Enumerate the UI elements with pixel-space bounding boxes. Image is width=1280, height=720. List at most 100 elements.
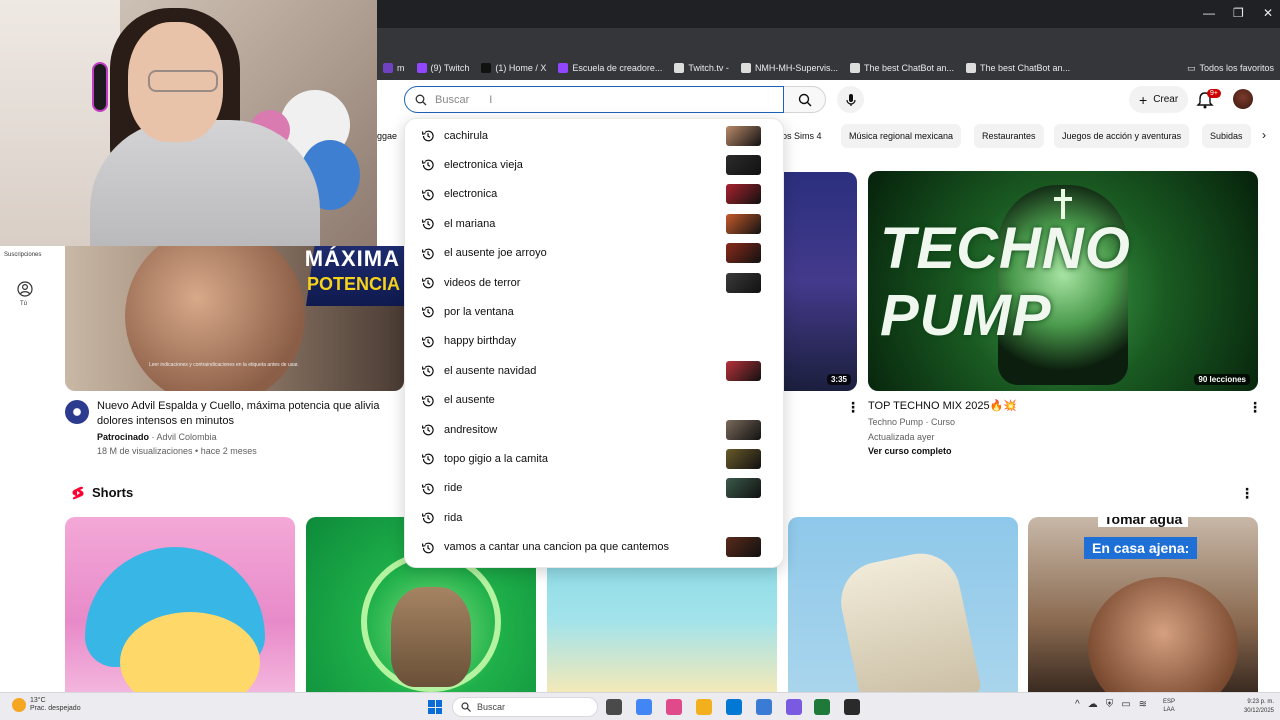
advertiser-avatar[interactable] [65, 400, 89, 424]
short-thumbnail[interactable]: Tomar agua En casa ajena: [1028, 517, 1258, 692]
youtube-header: Buscar I + Crear 9+ [377, 80, 1280, 120]
search-suggestion[interactable]: electronica vieja [405, 150, 785, 179]
search-suggestion[interactable]: el ausente navidad [405, 356, 785, 385]
bookmark-label: m [397, 63, 405, 73]
search-suggestion[interactable]: el ausente [405, 386, 785, 415]
taskbar-app-icon[interactable] [756, 699, 772, 715]
chip[interactable]: Música regional mexicana [841, 124, 962, 148]
all-bookmarks-folder[interactable]: ▭ Todos los favoritos [1187, 56, 1274, 80]
language-indicator[interactable]: ESP LAA [1163, 698, 1175, 714]
history-icon [421, 453, 434, 465]
sidebar-item-you[interactable]: Tú [20, 301, 27, 307]
search-input[interactable]: Buscar I [404, 86, 784, 113]
clock-time: 9:23 p. m. [1247, 699, 1274, 705]
playlist-channel[interactable]: Techno Pump · Curso [868, 417, 955, 427]
suggestion-text: ride [444, 482, 463, 495]
bookmark-item[interactable]: The best ChatBot an... [960, 56, 1076, 80]
search-suggestion[interactable]: videos de terror [405, 268, 785, 297]
view-full-course-link[interactable]: Ver curso completo [868, 446, 952, 456]
video-thumbnail[interactable]: 3:35 [784, 172, 857, 391]
playlist-title[interactable]: TOP TECHNO MIX 2025🔥💥 [868, 399, 1017, 414]
cloud-icon[interactable]: ☁ [1088, 699, 1098, 710]
close-icon[interactable]: ✕ [1263, 6, 1273, 20]
taskbar-app-icon[interactable] [666, 699, 682, 715]
account-avatar[interactable] [1233, 89, 1253, 109]
monitor-icon[interactable]: ▭ [1121, 699, 1130, 710]
search-suggestion[interactable]: happy birthday [405, 327, 785, 356]
system-tray: ^ ☁ ⛨ ▭ ≋ [1075, 699, 1147, 710]
suggestion-text: topo gigio a la camita [444, 453, 548, 466]
taskbar-app-icon[interactable] [606, 699, 622, 715]
search-suggestion[interactable]: vamos a cantar una cancion pa que cantem… [405, 533, 785, 562]
wifi-icon[interactable]: ≋ [1139, 699, 1147, 710]
chip[interactable]: Juegos de acción y aventuras [1054, 124, 1190, 148]
taskbar-app-icon[interactable] [844, 699, 860, 715]
microphone-icon [845, 93, 856, 106]
search-suggestion[interactable]: rida [405, 503, 785, 532]
search-suggestion[interactable]: el ausente joe arroyo [405, 239, 785, 268]
bookmark-item[interactable]: (9) Twitch [411, 56, 476, 80]
clock[interactable]: 9:23 p. m. 30/12/2025 [1202, 698, 1274, 716]
cat-image [391, 587, 471, 687]
search-suggestion[interactable]: topo gigio a la camita [405, 444, 785, 473]
suggestion-text: happy birthday [444, 335, 517, 348]
more-options-icon[interactable]: ⋮ [1248, 399, 1262, 416]
taskbar-app-icon[interactable] [636, 699, 652, 715]
bookmark-favicon-icon [416, 63, 427, 73]
weather-text: Prac. despejado [30, 705, 81, 712]
history-icon [421, 189, 434, 201]
maximize-icon[interactable]: ❐ [1233, 6, 1244, 20]
chip[interactable]: os Sims 4 [782, 124, 830, 148]
bookmark-item[interactable]: The best ChatBot an... [844, 56, 960, 80]
search-button[interactable] [784, 86, 826, 113]
ad-video-title[interactable]: Nuevo Advil Espalda y Cuello, máxima pot… [97, 399, 405, 429]
shield-icon[interactable]: ⛨ [1106, 699, 1114, 710]
taskbar-search[interactable]: Buscar [452, 697, 598, 717]
notification-count-badge: 9+ [1207, 89, 1221, 98]
ad-video-meta: 18 M de visualizaciones • hace 2 meses [97, 446, 257, 456]
playlist-updated: Actualizada ayer [868, 432, 935, 442]
taskbar-app-icon[interactable] [726, 699, 742, 715]
ad-video-thumbnail[interactable]: MÁXIMA POTENCIA Leer indicaciones y cont… [65, 246, 404, 391]
create-button[interactable]: + Crear [1129, 86, 1189, 113]
bookmark-item[interactable]: (1) Home / X [475, 56, 552, 80]
chip[interactable]: ggae [377, 124, 405, 148]
bookmark-item[interactable]: NMH-MH-Supervis... [735, 56, 844, 80]
more-options-icon[interactable]: ⋮ [1240, 485, 1254, 502]
playlist-thumbnail[interactable]: TECHNO PUMP 90 lecciones [868, 171, 1258, 391]
search-suggestion[interactable]: por la ventana [405, 297, 785, 326]
dancer-image [833, 546, 983, 692]
minimize-icon[interactable]: — [1203, 6, 1215, 20]
history-icon [421, 483, 434, 495]
taskbar-app-icon[interactable] [696, 699, 712, 715]
search-suggestion[interactable]: cachirula [405, 121, 785, 150]
chip[interactable]: Subidas [1202, 124, 1251, 148]
bookmark-item[interactable]: m [377, 56, 411, 80]
chevron-up-icon[interactable]: ^ [1075, 699, 1080, 710]
windows-start-icon[interactable] [428, 700, 442, 714]
short-thumbnail[interactable] [788, 517, 1018, 692]
weather-widget[interactable]: 13°C Prac. despejado [12, 697, 81, 713]
search-suggestion[interactable]: electronica [405, 180, 785, 209]
chevron-right-icon[interactable]: › [1262, 128, 1266, 142]
taskbar-app-icon[interactable] [814, 699, 830, 715]
suggestion-text: rida [444, 511, 463, 524]
bookmark-item[interactable]: Escuela de creadore... [552, 56, 668, 80]
suggestion-text: vamos a cantar una cancion pa que cantem… [444, 541, 670, 554]
search-suggestion[interactable]: andresitow [405, 415, 785, 444]
search-suggestion[interactable]: el mariana [405, 209, 785, 238]
sidebar-item-subscriptions[interactable]: Suscripciones [4, 252, 41, 258]
history-icon [421, 248, 434, 259]
ad-channel[interactable]: Advil Colombia [157, 432, 217, 442]
user-icon[interactable] [17, 281, 33, 297]
bookmark-label: (1) Home / X [495, 63, 547, 73]
search-suggestion[interactable]: ride [405, 474, 785, 503]
search-icon [798, 93, 811, 106]
voice-search-button[interactable] [837, 86, 864, 113]
chip[interactable]: Restaurantes [974, 124, 1044, 148]
taskbar-app-icon[interactable] [786, 699, 802, 715]
short-thumbnail[interactable] [65, 517, 295, 692]
more-options-icon[interactable]: ⋮ [846, 399, 860, 416]
shorts-title: Shorts [92, 485, 134, 500]
bookmark-item[interactable]: Twitch.tv - [668, 56, 735, 80]
